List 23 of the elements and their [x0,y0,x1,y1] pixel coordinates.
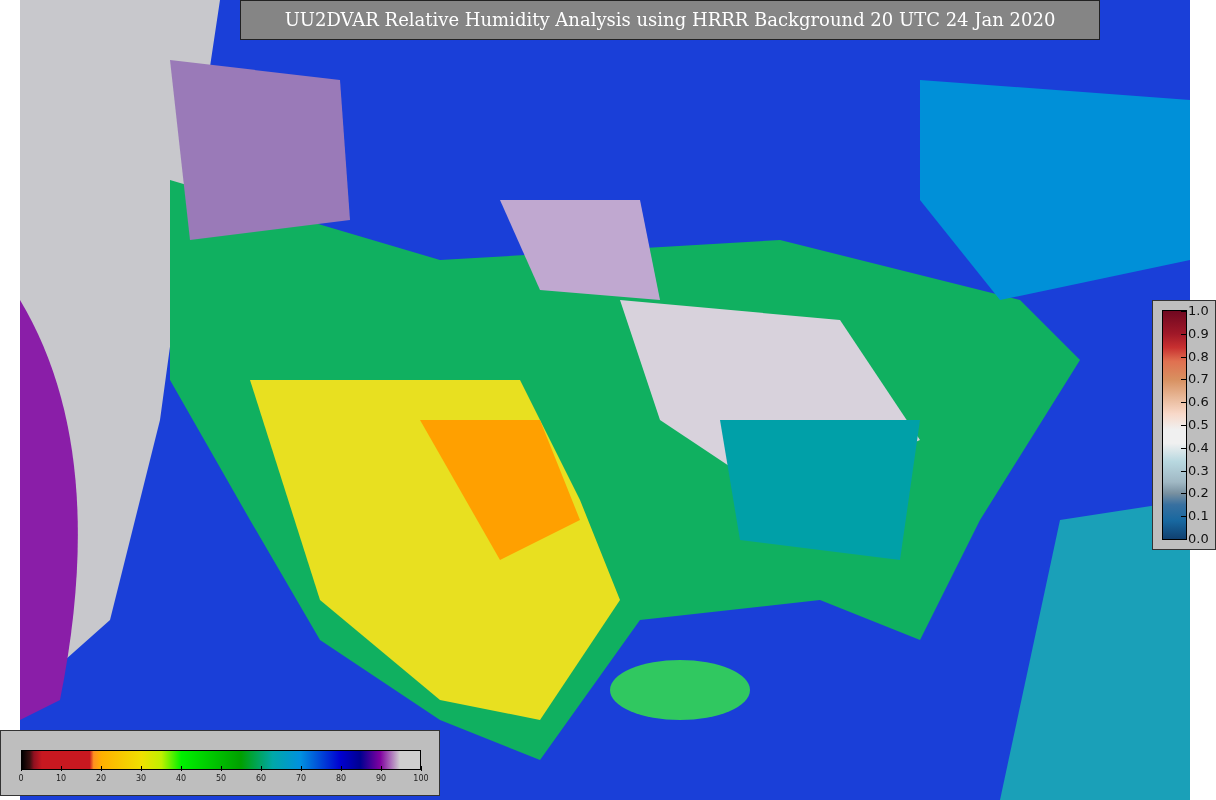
tick-label: 50 [215,774,227,783]
tick-label: 0.1 [1188,508,1209,525]
tick-label: 0.0 [1188,531,1209,547]
tick-label: 30 [135,774,147,783]
tick-label: 90 [375,774,387,783]
tick-label: 1.0 [1188,303,1209,319]
tick-label: 80 [335,774,347,783]
tick-label: 0.3 [1188,462,1209,479]
tick-label: 0.4 [1188,439,1209,456]
tick-label: 70 [295,774,307,783]
tick-label: 20 [95,774,107,783]
tick-label: 0.5 [1188,417,1209,433]
tick-label: 0 [18,774,24,783]
tick-label: 0.9 [1188,325,1209,342]
map-title: UU2DVAR Relative Humidity Analysis using HRRR Background 20 UTC 24 Jan 2020 [240,0,1100,40]
tick-label: 40 [175,774,187,783]
tick-label: 0.8 [1188,348,1209,365]
tick-label: 100 [413,774,429,783]
tick-label: 10 [55,774,67,783]
tick-label: 60 [255,774,267,783]
tick-label: 0.7 [1188,371,1209,388]
tick-label: 0.2 [1188,485,1209,502]
tick-label: 0.6 [1188,394,1209,411]
